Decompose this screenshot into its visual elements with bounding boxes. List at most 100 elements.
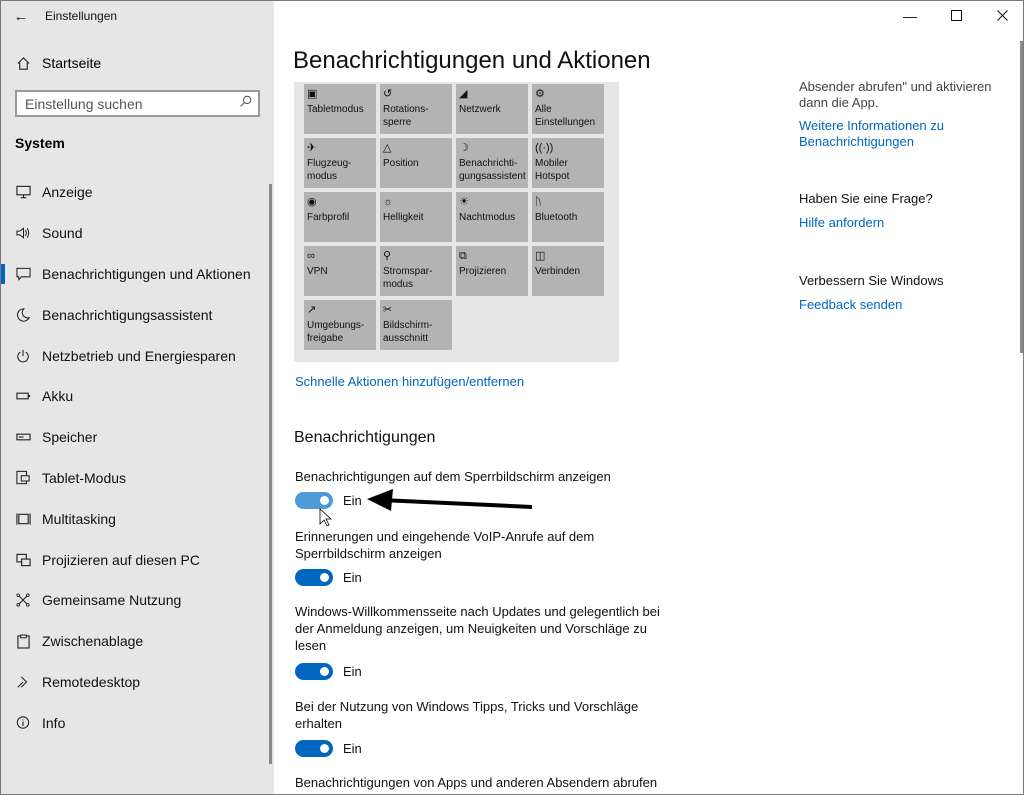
- maximize-button[interactable]: [933, 1, 979, 31]
- project-icon: [15, 552, 31, 568]
- setting-apps-label: Benachrichtigungen von Apps und anderen …: [295, 775, 658, 790]
- minimize-button[interactable]: —: [887, 1, 933, 31]
- close-button[interactable]: [979, 1, 1023, 31]
- sidebar-item-label: Zwischenablage: [42, 633, 144, 650]
- location-icon: △: [383, 142, 392, 154]
- sidebar-item-sound[interactable]: Sound: [1, 213, 274, 254]
- quick-action-tile[interactable]: △ Position: [380, 138, 452, 188]
- voip-toggle[interactable]: [295, 569, 333, 586]
- sidebar-item-label: Netzbetrieb und Energiesparen: [42, 347, 236, 364]
- sidebar-item-projizieren[interactable]: Projizieren auf diesen PC: [1, 539, 274, 580]
- quick-action-tile[interactable]: ↺ Rotations- sperre: [380, 84, 452, 134]
- sidebar-item-benachrichtigungen[interactable]: Benachrichtigungen und Aktionen: [1, 254, 274, 295]
- moon-icon: [15, 307, 31, 323]
- clipboard-icon: [15, 633, 31, 649]
- search-input[interactable]: [25, 95, 239, 112]
- info-icon: [15, 715, 31, 731]
- sidebar-item-benachrichtigungsassistent[interactable]: Benachrichtigungsassistent: [1, 294, 274, 335]
- sidebar-item-label: Anzeige: [42, 184, 93, 201]
- multitasking-icon: [15, 511, 31, 527]
- settings-icon: ⚙: [535, 88, 545, 100]
- sidebar-item-label: Sound: [42, 225, 83, 242]
- quick-action-tile[interactable]: ◉ Farbprofil: [304, 192, 376, 242]
- sidebar-item-label: Benachrichtigungsassistent: [42, 306, 213, 323]
- help-link[interactable]: Hilfe anfordern: [799, 215, 999, 231]
- feedback-link[interactable]: Feedback senden: [799, 297, 999, 313]
- more-info-link[interactable]: Weitere Informationen zu Benachrichtigun…: [799, 118, 999, 150]
- sidebar-item-akku[interactable]: Akku: [1, 376, 274, 417]
- tips-toggle[interactable]: [295, 740, 333, 757]
- quick-action-tile[interactable]: ∞ VPN: [304, 246, 376, 296]
- sidebar-item-label: Multitasking: [42, 510, 116, 527]
- back-arrow-icon: ←: [13, 7, 29, 25]
- snip-icon: ✂: [383, 304, 393, 316]
- night-light-icon: ☀: [459, 196, 469, 208]
- quick-action-tile[interactable]: ☼ Helligkeit: [380, 192, 452, 242]
- setting-welcome-label: Windows-Willkommensseite nach Updates un…: [295, 604, 660, 653]
- speaker-icon: [15, 225, 31, 241]
- sidebar-scrollbar[interactable]: [269, 184, 272, 764]
- sidebar-item-info[interactable]: Info: [1, 702, 274, 743]
- sidebar-item-label: Tablet-Modus: [42, 469, 127, 486]
- sidebar-item-label: Benachrichtigungen und Aktionen: [42, 265, 251, 282]
- close-icon: [996, 8, 1008, 24]
- setting-voip-label: Erinnerungen und eingehende VoIP-Anrufe …: [295, 529, 595, 561]
- sidebar-item-gemeinsame-nutzung[interactable]: Gemeinsame Nutzung: [1, 580, 274, 621]
- sidebar-item-label: Gemeinsame Nutzung: [42, 592, 182, 609]
- quick-action-tile[interactable]: ((·)) Mobiler Hotspot: [532, 138, 604, 188]
- sidebar-item-multitasking[interactable]: Multitasking: [1, 498, 274, 539]
- quick-actions-panel: ▣ Tabletmodus ↺ Rotations- sperre ◢ Netzwer…: [294, 82, 619, 362]
- minimize-icon: —: [903, 8, 917, 24]
- search-icon[interactable]: [239, 95, 252, 113]
- main-content: — Benachrichtigungen und Aktionen ▣ Table…: [274, 1, 1023, 794]
- sidebar-item-remotedesktop[interactable]: Remotedesktop: [1, 662, 274, 703]
- home-link[interactable]: Startseite: [1, 47, 274, 79]
- sidebar-item-anzeige[interactable]: Anzeige: [1, 172, 274, 213]
- quick-action-tile[interactable]: ◢ Netzwerk: [456, 84, 528, 134]
- sidebar-item-tablet-modus[interactable]: Tablet-Modus: [1, 458, 274, 499]
- related-info: Absender abrufen" und aktivieren dann di…: [799, 79, 999, 313]
- quick-action-tile[interactable]: ⚲ Stromspar- modus: [380, 246, 452, 296]
- network-icon: ◢: [459, 88, 468, 100]
- main-scrollbar[interactable]: [1020, 41, 1023, 353]
- quick-action-tile[interactable]: ↗ Umgebungs- freigabe: [304, 300, 376, 350]
- setting-tips-label: Bei der Nutzung von Windows Tipps, Trick…: [295, 699, 639, 731]
- question-heading: Haben Sie eine Frage?: [799, 191, 933, 206]
- toggle-state: Ein: [343, 741, 362, 756]
- sidebar-item-label: Projizieren auf diesen PC: [42, 551, 200, 568]
- quick-action-tile[interactable]: ⚙ Alle Einstellungen: [532, 84, 604, 134]
- quick-action-tile[interactable]: ▣ Tabletmodus: [304, 84, 376, 134]
- improve-heading: Verbessern Sie Windows: [799, 273, 944, 288]
- lockscreen-notifications-toggle[interactable]: [295, 492, 333, 509]
- sidebar-item-netzbetrieb[interactable]: Netzbetrieb und Energiesparen: [1, 335, 274, 376]
- battery-saver-icon: ⚲: [383, 250, 392, 262]
- welcome-toggle[interactable]: [295, 663, 333, 680]
- quick-action-tile[interactable]: ᚢ Bluetooth: [532, 192, 604, 242]
- color-profile-icon: ◉: [307, 196, 317, 208]
- sidebar-item-zwischenablage[interactable]: Zwischenablage: [1, 621, 274, 662]
- quick-action-tile[interactable]: ⧉ Projizieren: [456, 246, 528, 296]
- sidebar: ← Einstellungen Startseite System Anzeig…: [1, 1, 274, 794]
- quick-actions-edit-link[interactable]: Schnelle Aktionen hinzufügen/entfernen: [295, 374, 524, 389]
- sidebar-item-speicher[interactable]: Speicher: [1, 417, 274, 458]
- settings-window: ← Einstellungen Startseite System Anzeig…: [0, 0, 1024, 795]
- quick-action-tile[interactable]: ☀ Nachtmodus: [456, 192, 528, 242]
- tablet-mode-icon: ▣: [307, 88, 318, 100]
- section-label: System: [15, 135, 65, 151]
- power-icon: [15, 348, 31, 364]
- quick-action-tile[interactable]: ☽ Benachrichti- gungsassistent: [456, 138, 528, 188]
- nav-list: Anzeige Sound Benachrichtigungen und Akt…: [1, 172, 274, 743]
- quick-action-tile[interactable]: ◫ Verbinden: [532, 246, 604, 296]
- window-controls: —: [887, 1, 1023, 31]
- toggle-knob: [320, 573, 329, 582]
- quick-action-tile[interactable]: ✈ Flugzeug- modus: [304, 138, 376, 188]
- home-icon: [15, 55, 31, 71]
- search-box[interactable]: [15, 90, 260, 117]
- bluetooth-icon: ᚢ: [535, 196, 542, 208]
- back-button[interactable]: ←: [1, 1, 41, 31]
- connect-icon: ◫: [535, 250, 546, 262]
- info-text: Absender abrufen" und aktivieren dann di…: [799, 79, 992, 110]
- project-icon: ⧉: [459, 250, 467, 262]
- quick-action-tile[interactable]: ✂ Bildschirm- ausschnitt: [380, 300, 452, 350]
- sidebar-item-label: Info: [42, 714, 66, 731]
